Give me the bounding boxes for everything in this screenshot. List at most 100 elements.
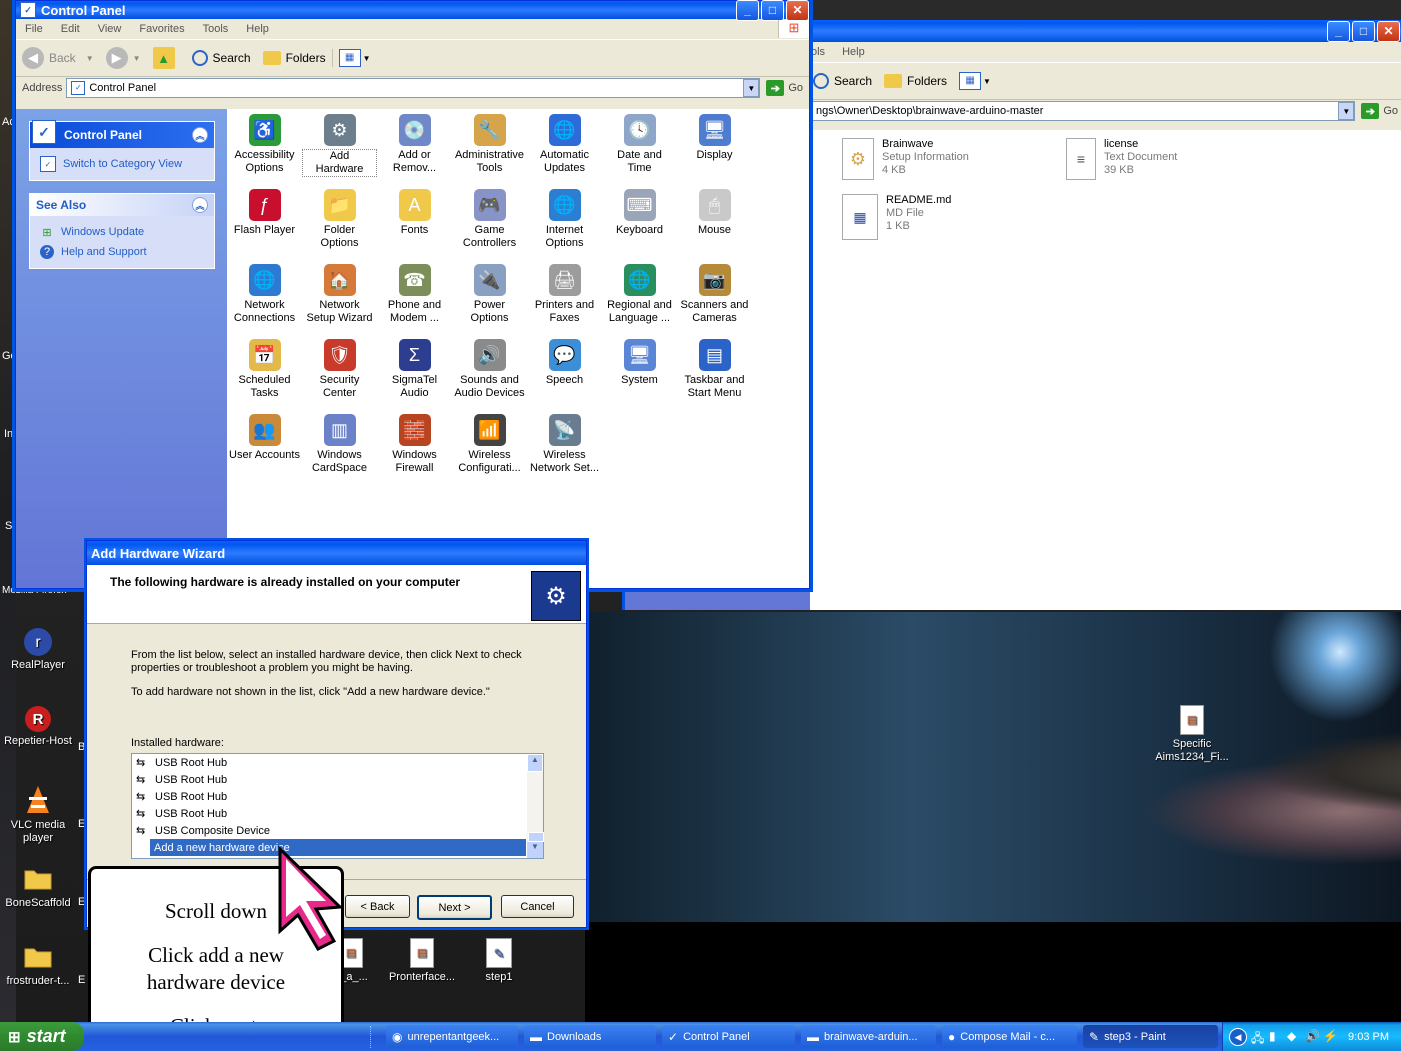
control-panel-item[interactable]: ⌨ Keyboard <box>602 184 677 259</box>
control-panel-item[interactable]: 🔊 Sounds and Audio Devices <box>452 334 527 409</box>
maximize-button[interactable]: □ <box>761 0 784 21</box>
control-panel-item[interactable]: 📁 Folder Options <box>302 184 377 259</box>
forward-button[interactable]: ▶ ▼ <box>100 47 147 69</box>
list-item[interactable]: ⇆ USB Root Hub <box>132 771 526 788</box>
clock[interactable]: 9:03 PM <box>1348 1031 1389 1043</box>
cancel-button[interactable]: Cancel <box>501 895 574 918</box>
control-panel-item[interactable]: A Fonts <box>377 184 452 259</box>
go-button[interactable]: ➔ Go <box>760 80 809 96</box>
minimize-button[interactable]: _ <box>736 0 759 21</box>
collapse-chevron-icon[interactable]: ︽ <box>192 127 208 143</box>
desktop-icon-bonescaffold[interactable]: BoneScaffold <box>0 862 76 910</box>
control-panel-item[interactable]: 💬 Speech <box>527 334 602 409</box>
control-panel-item[interactable]: ⚙ Add Hardware <box>302 109 377 184</box>
menu-edit[interactable]: Edit <box>52 23 89 35</box>
control-panel-item[interactable]: 🎮 Game Controllers <box>452 184 527 259</box>
control-panel-item[interactable]: ☎ Phone and Modem ... <box>377 259 452 334</box>
control-panel-item[interactable]: 🖨 Printers and Faxes <box>527 259 602 334</box>
control-panel-item[interactable]: 🔌 Power Options <box>452 259 527 334</box>
control-panel-item[interactable]: 🌐 Network Connections <box>227 259 302 334</box>
maximize-button[interactable]: □ <box>1352 20 1375 42</box>
control-panel-item[interactable]: 🔧 Administrative Tools <box>452 109 527 184</box>
taskbar-item[interactable]: ▬ Downloads <box>524 1025 656 1048</box>
taskbar-item[interactable]: ◉ unrepentantgeek... <box>386 1025 518 1048</box>
help-and-support-link[interactable]: ? Help and Support <box>30 242 214 262</box>
quick-launch-separator[interactable] <box>370 1026 377 1048</box>
views-button[interactable]: ▦ ▼ <box>331 49 377 67</box>
minimize-button[interactable]: _ <box>1327 20 1350 42</box>
menu-view[interactable]: View <box>89 23 131 35</box>
next-button[interactable]: Next > <box>417 895 492 920</box>
taskbar-item[interactable]: ✎ step3 - Paint <box>1083 1025 1218 1048</box>
desktop-icon-vlc[interactable]: VLC media player <box>0 784 76 845</box>
close-button[interactable]: ✕ <box>1377 20 1400 42</box>
control-panel-item[interactable]: 💿 Add or Remov... <box>377 109 452 184</box>
menu-help[interactable]: Help <box>833 46 874 58</box>
menu-tools[interactable]: ols <box>811 46 833 58</box>
tray-volume-icon[interactable]: 🔊 <box>1305 1029 1320 1043</box>
menu-file[interactable]: File <box>16 23 52 35</box>
menu-favorites[interactable]: Favorites <box>130 23 193 35</box>
control-panel-item[interactable]: 🖱 Mouse <box>677 184 752 259</box>
control-panel-item[interactable]: 👥 User Accounts <box>227 409 302 484</box>
back-button[interactable]: ◀ Back ▼ <box>16 47 100 69</box>
tray-safely-remove-icon[interactable]: ⚡ <box>1323 1029 1338 1043</box>
control-panel-item[interactable]: Σ SigmaTel Audio <box>377 334 452 409</box>
installed-hardware-list[interactable]: ⇆ USB Root Hub ⇆ USB Root Hub ⇆ USB Root Hub ⇆… <box>131 753 544 859</box>
control-panel-item[interactable]: 🏠 Network Setup Wizard <box>302 259 377 334</box>
control-panel-item[interactable]: ♿ Accessibility Options <box>227 109 302 184</box>
control-panel-item[interactable]: ƒ Flash Player <box>227 184 302 259</box>
chevron-down-icon[interactable]: ▼ <box>1338 102 1355 120</box>
control-panel-item[interactable]: 🌐 Automatic Updates <box>527 109 602 184</box>
collapse-chevron-icon[interactable]: ︽ <box>192 197 208 213</box>
list-item[interactable]: ⇆ USB Root Hub <box>132 788 526 805</box>
scroll-down-arrow-icon[interactable]: ▼ <box>527 842 543 858</box>
list-item[interactable]: ⇆ USB Root Hub <box>132 754 526 771</box>
tray-chevron-icon[interactable]: ◀ <box>1229 1028 1247 1046</box>
tray-network-icon[interactable]: 🖧 <box>1251 1029 1264 1050</box>
folders-button[interactable]: Folders <box>878 74 953 88</box>
control-panel-item[interactable]: 🌐 Regional and Language ... <box>602 259 677 334</box>
windows-update-link[interactable]: ⊞ Windows Update <box>30 222 214 242</box>
search-button[interactable]: Search <box>807 73 878 89</box>
control-panel-item[interactable]: 🖥 System <box>602 334 677 409</box>
list-scrollbar[interactable]: ▲ ▼ <box>527 754 544 858</box>
control-panel-item[interactable]: 📡 Wireless Network Set... <box>527 409 602 484</box>
control-panel-item[interactable]: 🖥 Display <box>677 109 752 184</box>
control-panel-item[interactable]: 📅 Scheduled Tasks <box>227 334 302 409</box>
list-item[interactable]: ⇆ USB Root Hub <box>132 805 526 822</box>
list-item[interactable]: ⇆ USB Composite Device <box>132 822 526 839</box>
file-item-brainwave[interactable]: ⚙ Brainwave Setup Information 4 KB <box>842 138 969 180</box>
back-button[interactable]: < Back <box>345 895 410 918</box>
go-button[interactable]: ➔ Go <box>1355 103 1401 119</box>
folders-button[interactable]: Folders <box>257 51 332 65</box>
file-item-readme[interactable]: ▦ README.md MD File 1 KB <box>842 194 951 240</box>
explorer-address-input[interactable]: ngs\Owner\Desktop\brainwave-arduino-mast… <box>811 101 1356 121</box>
up-folder-button[interactable]: ▲ <box>147 47 186 69</box>
close-button[interactable]: ✕ <box>786 0 809 21</box>
taskbar-item[interactable]: ✓ Control Panel <box>662 1025 795 1048</box>
desktop-icon-step1[interactable]: ✎ step1 <box>461 938 537 984</box>
desktop-icon-frostruder[interactable]: frostruder-t... <box>0 940 76 988</box>
chevron-down-icon[interactable]: ▼ <box>743 79 760 97</box>
desktop-icon-repetier-host[interactable]: R Repetier-Host <box>0 706 76 748</box>
desktop-icon-specific-aims[interactable]: ▤ Specific Aims1234_Fi... <box>1154 705 1230 764</box>
menu-help[interactable]: Help <box>237 23 278 35</box>
control-panel-item[interactable]: 🧱 Windows Firewall <box>377 409 452 484</box>
address-input[interactable]: ✓ Control Panel ▼ <box>66 78 761 98</box>
start-button[interactable]: ⊞ start <box>0 1022 84 1051</box>
switch-category-view-link[interactable]: ✓ Switch to Category View <box>30 148 214 180</box>
taskbar-item[interactable]: ● Compose Mail - c... <box>942 1025 1077 1048</box>
scroll-thumb[interactable] <box>528 832 544 842</box>
taskbar-item[interactable]: ▬ brainwave-arduin... <box>801 1025 936 1048</box>
views-button[interactable]: ▦ ▼ <box>953 72 997 90</box>
control-panel-item[interactable]: 🕓 Date and Time <box>602 109 677 184</box>
control-panel-item[interactable]: 🛡 Security Center <box>302 334 377 409</box>
tray-dropbox-icon[interactable]: ◆ <box>1287 1029 1296 1043</box>
control-panel-item[interactable]: ▤ Taskbar and Start Menu <box>677 334 752 409</box>
file-item-license[interactable]: ≡ license Text Document 39 KB <box>1066 138 1177 180</box>
desktop-icon-realplayer[interactable]: r RealPlayer <box>0 628 76 672</box>
menu-tools[interactable]: Tools <box>194 23 238 35</box>
control-panel-item[interactable]: 📶 Wireless Configurati... <box>452 409 527 484</box>
desktop-icon-pronterface[interactable]: ▤ Pronterface... <box>384 938 460 984</box>
